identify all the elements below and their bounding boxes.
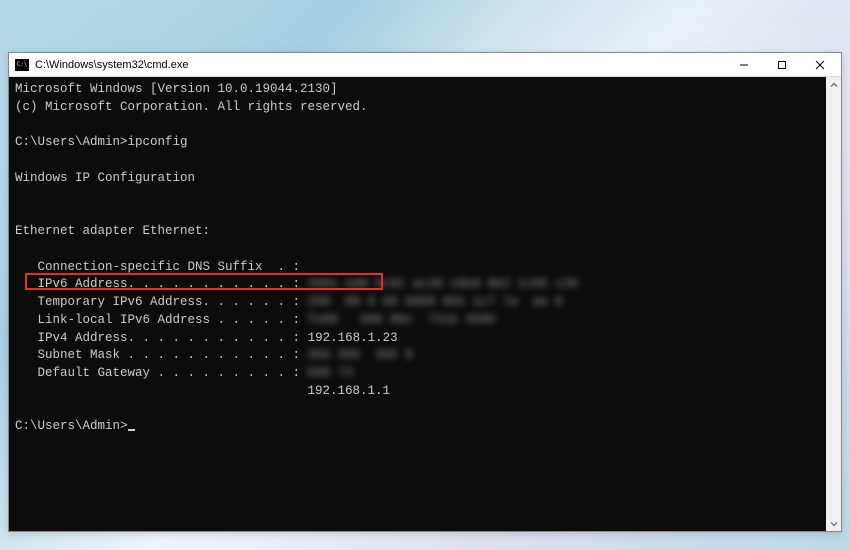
output-line bbox=[15, 205, 820, 223]
linklocal-line: Link-local IPv6 Address . . . . . : fe80… bbox=[15, 312, 820, 330]
ipv4-line: IPv4 Address. . . . . . . . . . . : 192.… bbox=[15, 330, 820, 348]
gateway-value-blurred: b00 73 bbox=[308, 366, 361, 380]
output-line: (c) Microsoft Corporation. All rights re… bbox=[15, 99, 820, 117]
temp-ipv6-line: Temporary IPv6 Address. . . . . . : 200 … bbox=[15, 294, 820, 312]
minimize-button[interactable] bbox=[725, 54, 763, 76]
gateway-line: Default Gateway . . . . . . . . . : b00 … bbox=[15, 365, 820, 383]
output-line: Microsoft Windows [Version 10.0.19044.21… bbox=[15, 81, 820, 99]
linklocal-label: Link-local IPv6 Address . . . . . : bbox=[15, 313, 308, 327]
close-icon bbox=[815, 60, 825, 70]
subnet-label: Subnet Mask . . . . . . . . . . . : bbox=[15, 348, 308, 362]
output-line bbox=[15, 152, 820, 170]
gateway-label: Default Gateway . . . . . . . . . : bbox=[15, 366, 308, 380]
adapter-heading: Ethernet adapter Ethernet: bbox=[15, 223, 820, 241]
linklocal-value-blurred: fe80 906 00c 731b 4500 bbox=[308, 313, 503, 327]
dns-suffix-line: Connection-specific DNS Suffix . : bbox=[15, 259, 820, 277]
vertical-scrollbar[interactable] bbox=[826, 77, 841, 531]
chevron-down-icon bbox=[830, 520, 838, 528]
prompt-line: C:\Users\Admin> bbox=[15, 418, 820, 436]
cursor bbox=[128, 429, 135, 431]
subnet-line: Subnet Mask . . . . . . . . . . . : 355 … bbox=[15, 347, 820, 365]
console-area: Microsoft Windows [Version 10.0.19044.21… bbox=[9, 77, 841, 531]
minimize-icon bbox=[739, 60, 749, 70]
command-text: ipconfig bbox=[128, 135, 188, 149]
ipv6-label: IPv6 Address. . . . . . . . . . . : bbox=[15, 277, 308, 291]
maximize-button[interactable] bbox=[763, 54, 801, 76]
output-line bbox=[15, 241, 820, 259]
cmd-window: C:\Windows\system32\cmd.exe Microsoft Wi… bbox=[8, 52, 842, 532]
window-controls bbox=[725, 54, 839, 76]
prompt-prefix: C:\Users\Admin> bbox=[15, 419, 128, 433]
scroll-down-button[interactable] bbox=[826, 516, 841, 531]
maximize-icon bbox=[777, 60, 787, 70]
close-button[interactable] bbox=[801, 54, 839, 76]
gateway-line-2: 192.168.1.1 bbox=[15, 383, 820, 401]
temp-ipv6-value-blurred: 200 00 0 00 0000 001 1c7 7a aa 0 bbox=[308, 295, 563, 309]
scroll-thumb[interactable] bbox=[826, 77, 841, 92]
cmd-icon bbox=[15, 59, 29, 71]
window-titlebar[interactable]: C:\Windows\system32\cmd.exe bbox=[9, 53, 841, 77]
ipv4-value: 192.168.1.23 bbox=[308, 331, 398, 345]
output-line bbox=[15, 188, 820, 206]
output-line bbox=[15, 401, 820, 419]
ipv4-label: IPv4 Address. . . . . . . . . . . : bbox=[15, 331, 308, 345]
temp-ipv6-label: Temporary IPv6 Address. . . . . . : bbox=[15, 295, 308, 309]
window-title: C:\Windows\system32\cmd.exe bbox=[35, 59, 725, 71]
output-heading: Windows IP Configuration bbox=[15, 170, 820, 188]
ipv6-line: IPv6 Address. . . . . . . . . . . : 2001… bbox=[15, 276, 820, 294]
terminal-output[interactable]: Microsoft Windows [Version 10.0.19044.21… bbox=[9, 77, 826, 531]
prompt-line: C:\Users\Admin>ipconfig bbox=[15, 134, 820, 152]
output-line bbox=[15, 117, 820, 135]
subnet-value-blurred: 355 355 355 0 bbox=[308, 348, 413, 362]
prompt-prefix: C:\Users\Admin> bbox=[15, 135, 128, 149]
ipv6-value-blurred: 2001 ad0 0c01 ac20 c0ed 0e2 1c95 c26 bbox=[308, 277, 578, 291]
